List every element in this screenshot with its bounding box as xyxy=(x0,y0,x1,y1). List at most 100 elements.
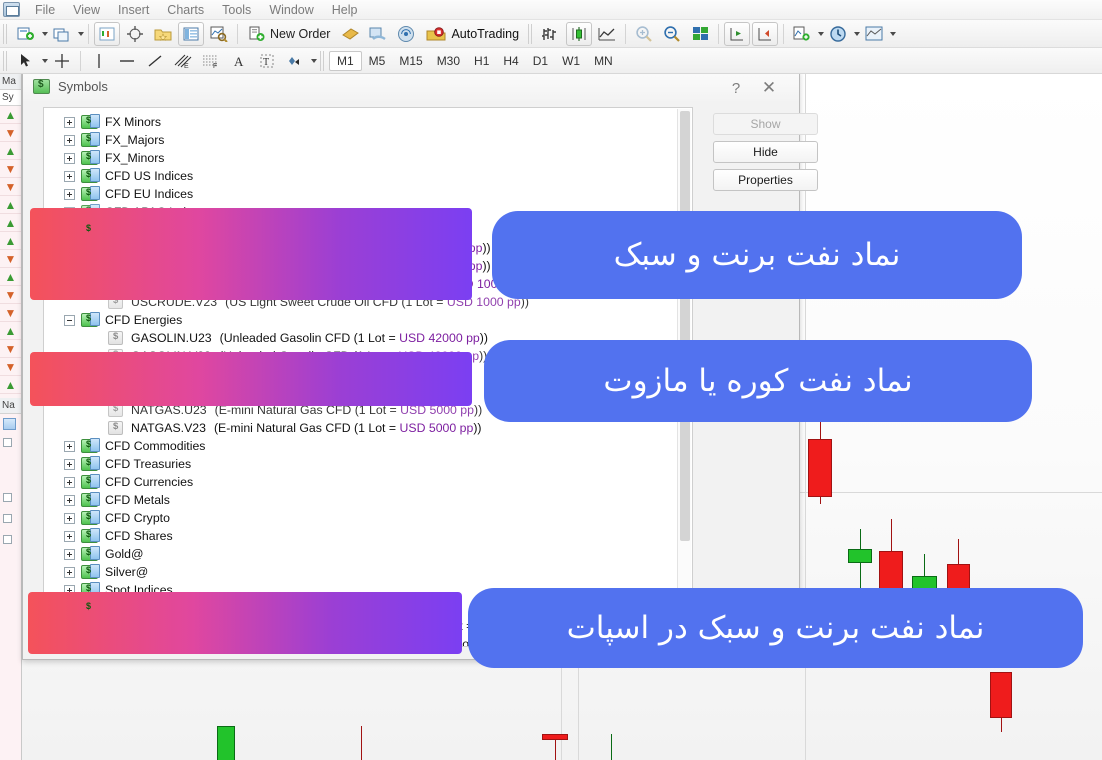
symbol-hidden-icon[interactable] xyxy=(108,637,123,646)
scrollbar-thumb[interactable] xyxy=(680,111,690,541)
timeframe-m5[interactable]: M5 xyxy=(362,52,393,70)
symbols-tab[interactable]: Sy xyxy=(0,90,21,106)
market-watch-row[interactable]: ▲ xyxy=(0,106,21,124)
expand-icon[interactable] xyxy=(64,458,75,470)
expand-icon[interactable] xyxy=(64,134,75,146)
help-icon[interactable]: ? xyxy=(725,77,747,99)
expander-icon[interactable] xyxy=(3,438,12,447)
tree-folder-row[interactable]: CFD Shares xyxy=(52,527,692,545)
chevron-down-icon[interactable] xyxy=(78,31,84,36)
collapse-icon[interactable] xyxy=(64,314,75,326)
expand-icon[interactable] xyxy=(64,584,75,596)
expander-icon[interactable] xyxy=(3,493,12,502)
tree-folder-row[interactable]: CFD Energies xyxy=(52,311,692,329)
symbol-visible-icon[interactable] xyxy=(108,367,123,381)
chevron-down-icon[interactable] xyxy=(42,58,48,63)
tree-folder-row[interactable]: CFD Treasuries xyxy=(52,455,692,473)
crosshair-tool-icon[interactable] xyxy=(49,49,75,73)
market-watch-tab[interactable]: Ma xyxy=(0,74,21,90)
market-watch-row[interactable]: ▲ xyxy=(0,196,21,214)
expander-icon[interactable] xyxy=(3,535,12,544)
equidistant-channel-icon[interactable]: E xyxy=(170,49,196,73)
market-watch-panel[interactable]: Ma Sy ▲ ▼ ▲ ▼ ▼ ▲ ▲ ▲ ▼ ▲ ▼ ▼ ▲ ▼ ▼ ▲ Na xyxy=(0,74,22,760)
expand-icon[interactable] xyxy=(64,206,75,218)
new-chart-icon[interactable] xyxy=(13,22,39,46)
cursor-icon[interactable] xyxy=(13,49,39,73)
periods-icon[interactable] xyxy=(825,22,851,46)
bar-chart-icon[interactable] xyxy=(538,22,564,46)
symbol-hidden-icon[interactable] xyxy=(108,385,123,399)
symbol-hidden-icon[interactable] xyxy=(108,349,123,363)
navigator-tab[interactable]: Na xyxy=(0,398,21,414)
tree-folder-row[interactable]: FX Minors xyxy=(52,113,692,131)
expander-icon[interactable] xyxy=(3,514,12,523)
expand-icon[interactable] xyxy=(64,566,75,578)
toolbar-grip[interactable] xyxy=(320,50,326,71)
chevron-down-icon[interactable] xyxy=(890,31,897,36)
menu-item-view[interactable]: View xyxy=(64,1,109,19)
tree-folder-row[interactable]: CFD US Indices xyxy=(52,167,692,185)
symbol-hidden-icon[interactable] xyxy=(108,295,123,309)
auto-scroll-icon[interactable] xyxy=(752,21,779,46)
market-watch-row[interactable]: ▼ xyxy=(0,304,21,322)
fibonacci-retracement-icon[interactable]: F xyxy=(198,49,224,73)
dialog-titlebar[interactable]: Symbols xyxy=(23,71,799,101)
close-icon[interactable]: ✕ xyxy=(757,77,781,99)
market-watch-row[interactable]: ▲ xyxy=(0,232,21,250)
shapes-icon[interactable] xyxy=(282,49,308,73)
market-watch-row[interactable]: ▲ xyxy=(0,376,21,394)
menu-item-tools[interactable]: Tools xyxy=(213,1,260,19)
templates-icon[interactable] xyxy=(861,22,887,46)
tree-folder-row[interactable]: CFD Crypto xyxy=(52,509,692,527)
chevron-down-icon[interactable] xyxy=(311,58,317,63)
market-watch-icon[interactable] xyxy=(94,21,120,46)
market-watch-row[interactable]: ▲ xyxy=(0,142,21,160)
timeframe-h1[interactable]: H1 xyxy=(467,52,496,70)
timeframe-d1[interactable]: D1 xyxy=(526,52,555,70)
symbol-hidden-icon[interactable] xyxy=(108,259,123,273)
tree-folder-row[interactable]: FX_Majors xyxy=(52,131,692,149)
zoom-in-icon[interactable] xyxy=(631,22,657,46)
vertical-line-icon[interactable] xyxy=(86,49,112,73)
market-watch-row[interactable]: ▼ xyxy=(0,250,21,268)
candlestick-chart-icon[interactable] xyxy=(566,21,593,46)
menu-item-file[interactable]: File xyxy=(26,1,64,19)
line-chart-icon[interactable] xyxy=(594,22,620,46)
menubar[interactable]: File View Insert Charts Tools Window Help xyxy=(0,0,1102,20)
timeframe-toolbar[interactable]: E F A T M1 M5 M15 M30 H1 H4 D1 W1 MN xyxy=(0,48,1102,74)
market-watch-row[interactable]: ▼ xyxy=(0,124,21,142)
toolbar-grip[interactable] xyxy=(3,23,9,44)
menu-item-charts[interactable]: Charts xyxy=(158,1,213,19)
expand-icon[interactable] xyxy=(64,152,75,164)
expand-icon[interactable] xyxy=(64,476,75,488)
tree-folder-row[interactable]: CFD Metals xyxy=(52,491,692,509)
expand-icon[interactable] xyxy=(64,512,75,524)
data-window-icon[interactable] xyxy=(178,21,204,46)
expand-icon[interactable] xyxy=(64,530,75,542)
market-watch-row[interactable]: ▼ xyxy=(0,286,21,304)
expand-icon[interactable] xyxy=(64,440,75,452)
text-icon[interactable]: A xyxy=(226,49,252,73)
market-watch-row[interactable]: ▲ xyxy=(0,214,21,232)
tree-folder-row[interactable]: CFD Commodities xyxy=(52,437,692,455)
expert-advisors-icon[interactable] xyxy=(337,22,363,46)
market-watch-row[interactable]: ▼ xyxy=(0,358,21,376)
terminal-icon[interactable] xyxy=(365,22,391,46)
timeframe-mn[interactable]: MN xyxy=(587,52,620,70)
expand-icon[interactable] xyxy=(64,170,75,182)
horizontal-line-icon[interactable] xyxy=(114,49,140,73)
menu-item-help[interactable]: Help xyxy=(323,1,367,19)
main-toolbar[interactable]: New Order AutoTrading xyxy=(0,20,1102,48)
market-watch-row[interactable]: ▼ xyxy=(0,178,21,196)
signals-icon[interactable] xyxy=(393,22,419,46)
tree-folder-row[interactable]: FX_Minors xyxy=(52,149,692,167)
properties-button[interactable]: Properties xyxy=(713,169,818,191)
symbol-visible-icon[interactable] xyxy=(108,241,123,255)
market-watch-row[interactable]: ▲ xyxy=(0,268,21,286)
collapse-icon[interactable] xyxy=(64,602,75,614)
tree-folder-row[interactable]: Gold@ xyxy=(52,545,692,563)
timeframe-m15[interactable]: M15 xyxy=(392,52,429,70)
tree-folder-row[interactable]: Silver@ xyxy=(52,563,692,581)
hide-button[interactable]: Hide xyxy=(713,141,818,163)
timeframe-h4[interactable]: H4 xyxy=(496,52,525,70)
